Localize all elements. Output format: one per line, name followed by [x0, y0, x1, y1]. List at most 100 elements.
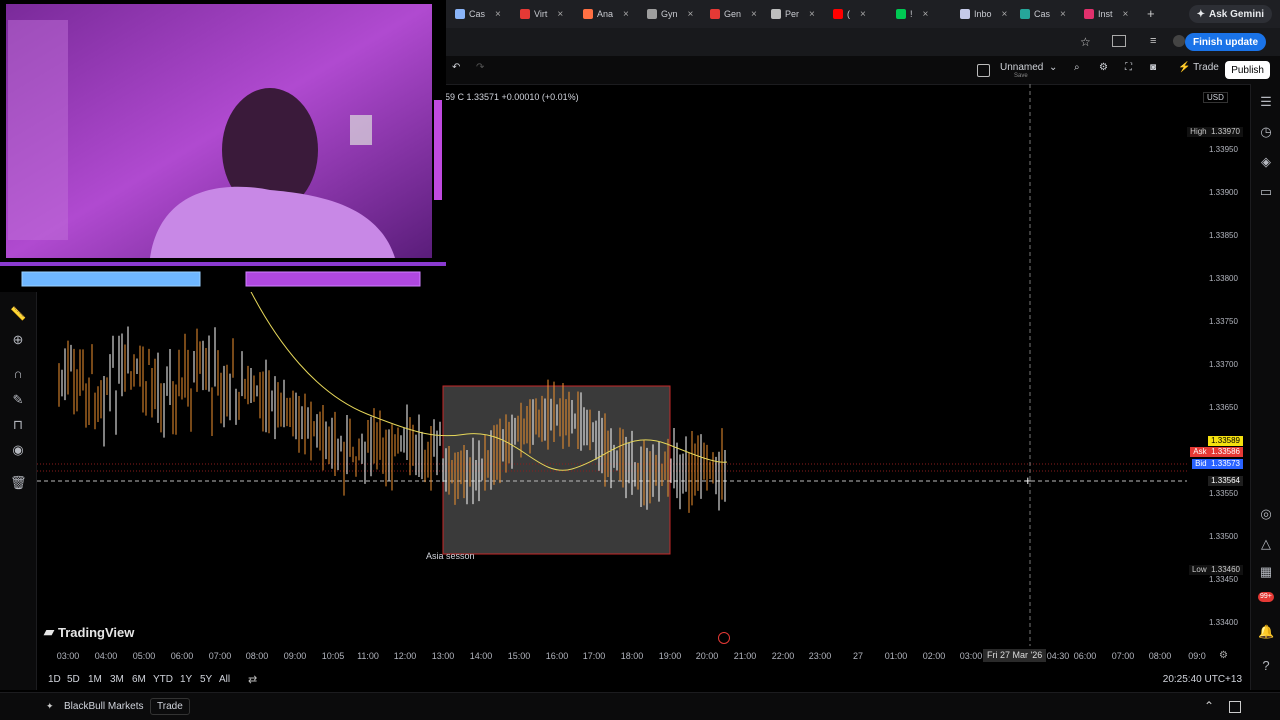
time-tick: 16:00: [545, 651, 569, 661]
tab-label: Inbo: [974, 9, 992, 19]
price-axis[interactable]: USD 1.33950 1.33900 1.33850 1.33800 1.33750 1…: [1187, 84, 1249, 646]
browser-tab[interactable]: Gyn ×: [647, 4, 693, 24]
range-button[interactable]: 5D: [67, 674, 80, 685]
layout-select-icon[interactable]: [977, 64, 990, 77]
ask-gemini-button[interactable]: ✦ Ask Gemini: [1188, 5, 1272, 23]
low-price-label: Low 1.33460: [1188, 565, 1243, 575]
time-tick: 07:00: [1111, 651, 1135, 661]
close-icon[interactable]: ×: [860, 9, 866, 20]
browser-tab[interactable]: Cas ×: [1020, 4, 1066, 24]
price-tick: 1.33750: [1209, 317, 1238, 326]
redo-icon[interactable]: ↷: [476, 62, 484, 73]
time-axis[interactable]: 03:00 04:00 05:00 06:00 07:00 08:00 09:00 10:05…: [37, 648, 1247, 666]
browser-tab[interactable]: Virt ×: [520, 4, 563, 24]
broker-name[interactable]: BlackBull Markets: [64, 701, 143, 712]
bid-price-label: Bid 1.33573: [1192, 459, 1243, 469]
range-button[interactable]: 6M: [132, 674, 146, 685]
publish-button[interactable]: Publish: [1225, 61, 1270, 79]
close-icon[interactable]: ×: [557, 9, 563, 20]
browser-tab[interactable]: Per ×: [771, 4, 815, 24]
browser-tab[interactable]: ! ×: [896, 4, 928, 24]
lock-icon[interactable]: ⊓: [10, 417, 26, 433]
time-tick: 04:30: [1046, 651, 1070, 661]
menu-icon[interactable]: ≡: [1150, 35, 1156, 47]
trade-button[interactable]: ⚡ Trade: [1178, 62, 1219, 73]
range-button[interactable]: 1M: [88, 674, 102, 685]
tab-favicon-icon: [710, 9, 720, 19]
tab-favicon-icon: [960, 9, 970, 19]
maximize-icon[interactable]: [1229, 701, 1241, 713]
clock[interactable]: 20:25:40 UTC+13: [1163, 674, 1242, 685]
close-icon[interactable]: ×: [495, 9, 501, 20]
close-icon[interactable]: ×: [809, 9, 815, 20]
magnet-icon[interactable]: ∩: [10, 366, 26, 382]
pencil-icon[interactable]: ✎: [10, 392, 26, 408]
camera-icon[interactable]: ◙: [1150, 62, 1156, 73]
range-button[interactable]: 1Y: [180, 674, 192, 685]
bid-value: 1.33573: [1211, 459, 1240, 468]
trash-icon[interactable]: 🗑: [10, 475, 27, 491]
range-button[interactable]: YTD: [153, 674, 173, 685]
range-button[interactable]: All: [219, 674, 230, 685]
layout-name[interactable]: Unnamed: [1000, 62, 1043, 73]
browser-tab[interactable]: Inbo ×: [960, 4, 1007, 24]
tab-favicon-icon: [647, 9, 657, 19]
browser-tab[interactable]: Cas ×: [455, 4, 501, 24]
close-icon[interactable]: ×: [623, 9, 629, 20]
high-label: High: [1190, 127, 1207, 136]
eye-icon[interactable]: ◉: [10, 442, 26, 458]
bell-icon[interactable]: 🔔: [1258, 624, 1274, 640]
finish-update-button[interactable]: Finish update: [1185, 33, 1266, 51]
watchlist-icon[interactable]: ☰: [1258, 94, 1274, 110]
fullscreen-icon[interactable]: ⛶: [1125, 62, 1132, 73]
ruler-icon[interactable]: 📏: [10, 306, 26, 322]
browser-tab[interactable]: Ana ×: [583, 4, 629, 24]
broker-trade-button[interactable]: Trade: [150, 698, 190, 715]
bid-label: Bid: [1195, 459, 1207, 468]
browser-tab[interactable]: Gen ×: [710, 4, 757, 24]
avatar[interactable]: [1173, 35, 1185, 47]
target-icon[interactable]: ◎: [1258, 506, 1274, 522]
range-button[interactable]: 3M: [110, 674, 124, 685]
close-icon[interactable]: ×: [1123, 9, 1129, 20]
calendar-icon[interactable]: ▦: [1258, 564, 1274, 580]
last-price-label: 1.33589: [1208, 436, 1243, 446]
help-icon[interactable]: ?: [1258, 658, 1274, 674]
close-icon[interactable]: ×: [751, 9, 757, 20]
layers-icon[interactable]: ◈: [1258, 154, 1274, 170]
settings-icon[interactable]: ⚙: [1219, 650, 1228, 661]
layout-icon[interactable]: [1112, 35, 1126, 47]
triangle-icon[interactable]: △: [1258, 536, 1274, 552]
low-value: 1.33460: [1211, 565, 1240, 574]
zoom-icon[interactable]: ⊕: [10, 332, 26, 348]
undo-icon[interactable]: ↶: [452, 62, 460, 73]
time-tick: 08:00: [1148, 651, 1172, 661]
tab-label: Gyn: [661, 9, 678, 19]
currency-select[interactable]: USD: [1203, 92, 1228, 103]
close-icon[interactable]: ×: [688, 9, 694, 20]
star-icon[interactable]: ☆: [1080, 35, 1091, 49]
price-tick: 1.33650: [1209, 403, 1238, 412]
price-tick: 1.33950: [1209, 145, 1238, 154]
range-button[interactable]: 5Y: [200, 674, 212, 685]
browser-tab[interactable]: (×: [833, 4, 866, 24]
time-tick: 02:00: [922, 651, 946, 661]
lightning-icon[interactable]: [718, 632, 730, 644]
price-tick: 1.33450: [1209, 575, 1238, 584]
alert-clock-icon[interactable]: ◷: [1258, 124, 1274, 140]
search-icon[interactable]: ⌕: [1074, 62, 1080, 73]
settings-icon[interactable]: ⚙: [1099, 62, 1108, 73]
range-button[interactable]: 1D: [48, 674, 61, 685]
close-icon[interactable]: ×: [1002, 9, 1008, 20]
price-tick: 1.33400: [1209, 618, 1238, 627]
close-icon[interactable]: ×: [923, 9, 929, 20]
chevron-up-icon[interactable]: ⌃: [1204, 699, 1214, 713]
chat-icon[interactable]: ▭: [1258, 184, 1274, 200]
close-icon[interactable]: ×: [1060, 9, 1066, 20]
new-tab-button[interactable]: +: [1147, 6, 1155, 21]
browser-tab[interactable]: Inst ×: [1084, 4, 1128, 24]
date-range-icon[interactable]: ⇄: [248, 673, 257, 686]
trade-label: Trade: [1193, 62, 1219, 73]
tab-favicon-icon: [771, 9, 781, 19]
chevron-down-icon[interactable]: ⌄: [1049, 62, 1057, 73]
